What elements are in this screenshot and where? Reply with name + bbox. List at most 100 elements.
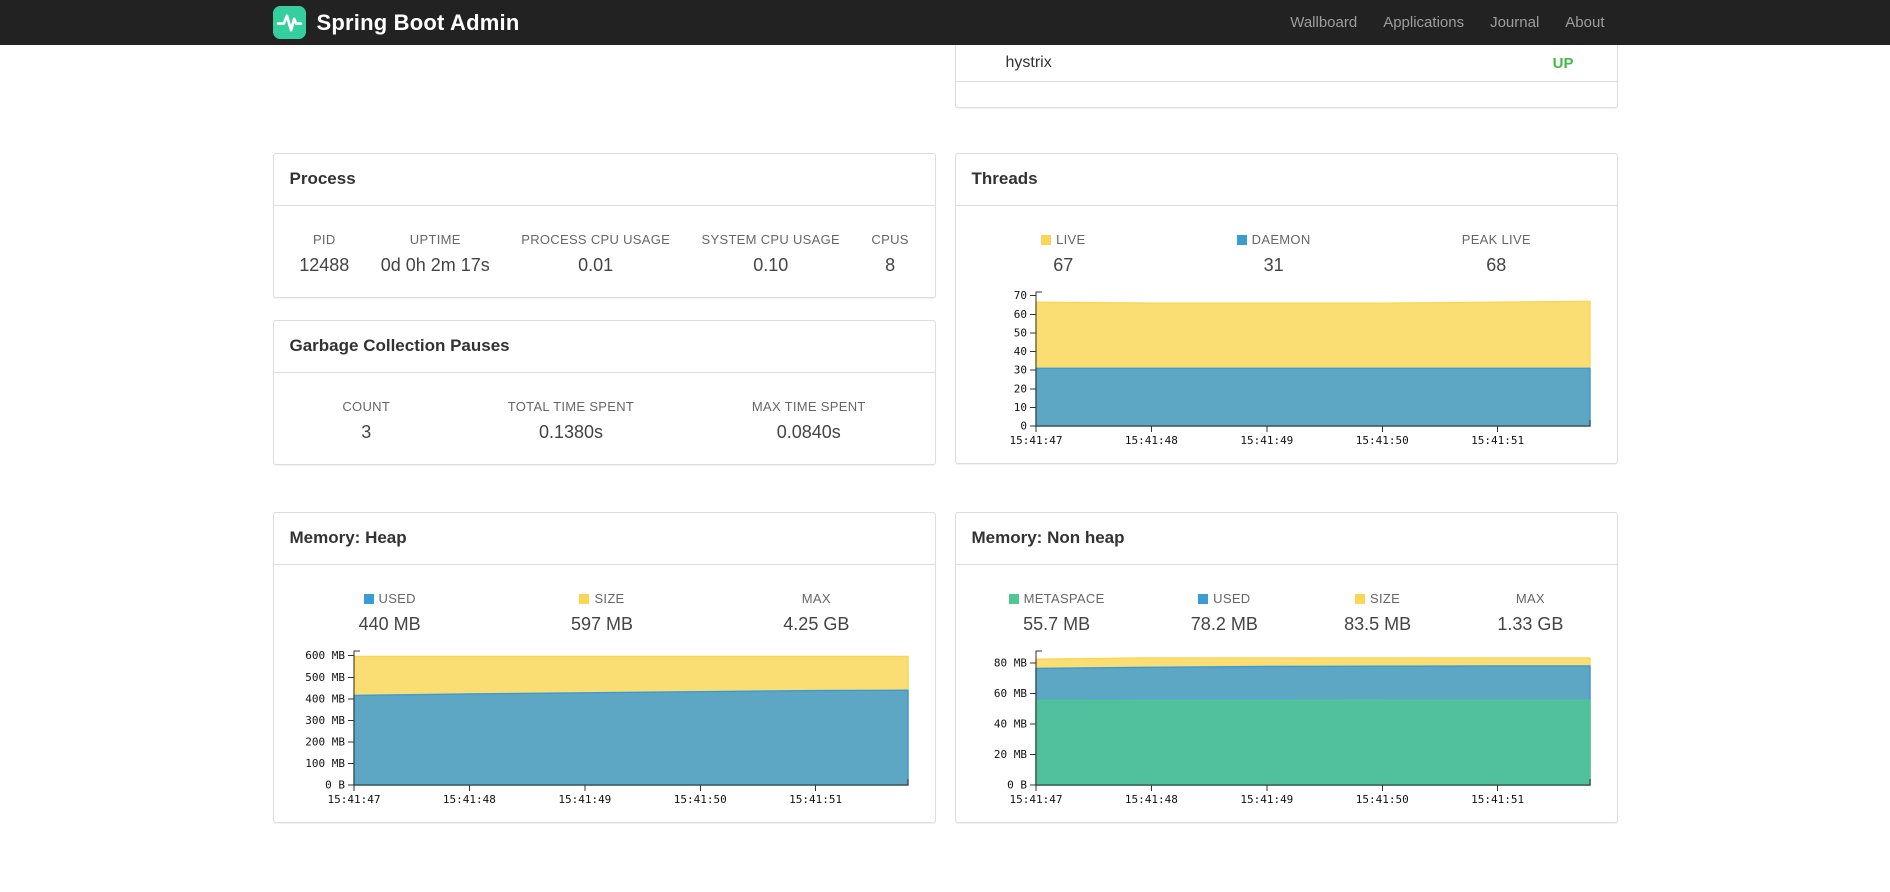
stat-uptime: UPTIME 0d 0h 2m 17s xyxy=(381,232,490,276)
threads-chart: 0 10 20 30 40 50 60 70 15:41:47 15:41:48 15:41:49 1… xyxy=(1010,289,1591,447)
legend-swatch-icon xyxy=(1198,593,1209,604)
legend-swatch-icon xyxy=(363,593,374,604)
x-tick-label: 15:41:47 xyxy=(328,793,381,806)
y-tick-label: 200 MB xyxy=(305,735,345,748)
y-tick-label: 60 MB xyxy=(994,687,1027,700)
y-tick-label: 60 xyxy=(1014,308,1027,321)
stat-label: UPTIME xyxy=(409,232,461,247)
stat-label: MAX xyxy=(1515,591,1545,606)
x-tick-label: 15:41:47 xyxy=(1010,434,1063,447)
memory-heap-chart: 0 B 100 MB 200 MB 300 MB 400 MB 500 MB 600 MB 1… xyxy=(305,649,909,806)
stat-size: SIZE 597 MB xyxy=(571,591,633,635)
stat-label: METASPACE xyxy=(1008,591,1105,606)
x-tick-label: 15:41:48 xyxy=(443,793,496,806)
memory-heap-panel-title: Memory: Heap xyxy=(273,513,935,565)
stat-label: MAX TIME SPENT xyxy=(751,399,866,414)
y-tick-label: 300 MB xyxy=(305,714,345,727)
nav-link-about[interactable]: About xyxy=(1552,14,1617,31)
process-stats: PID 12488 UPTIME 0d 0h 2m 17s PROCESS CPU US… xyxy=(274,206,935,276)
legend-swatch-icon xyxy=(579,593,590,604)
gc-stats: COUNT 3 TOTAL TIME SPENT 0.1380s MAX TIME SP… xyxy=(274,373,935,443)
stat-value: 83.5 MB xyxy=(1344,614,1412,634)
stat-process-cpu-usage: PROCESS CPU USAGE 0.01 xyxy=(521,232,670,276)
stat-label: SIZE xyxy=(571,591,633,606)
stat-label: PEAK LIVE xyxy=(1461,232,1531,247)
legend-swatch-icon xyxy=(1355,593,1366,604)
stat-total-time-spent: TOTAL TIME SPENT 0.1380s xyxy=(508,399,634,443)
process-panel-title: Process xyxy=(273,154,935,206)
x-tick-label: 15:41:50 xyxy=(1356,793,1409,806)
memory-nonheap-chart: 0 B 20 MB 40 MB 60 MB 80 MB 15:41:47 15:41:48 1… xyxy=(994,650,1591,806)
stat-label: PROCESS CPU USAGE xyxy=(521,232,671,247)
x-tick-label: 15:41:48 xyxy=(1125,793,1178,806)
memory-nonheap-panel: Memory: Non heap METASPACE 55.7 MB USED 78.… xyxy=(954,512,1618,823)
y-tick-label: 70 xyxy=(1014,289,1027,302)
top-navbar: Spring Boot Admin Wallboard Applications… xyxy=(0,0,1890,45)
stat-label: MAX xyxy=(801,591,831,606)
x-tick-label: 15:41:48 xyxy=(1125,434,1178,447)
stat-value: 597 MB xyxy=(570,614,634,634)
gc-panel: Garbage Collection Pauses COUNT 3 TOTAL TI… xyxy=(272,320,936,465)
stat-value: 12488 xyxy=(299,255,350,275)
stat-label: SIZE xyxy=(1344,591,1411,606)
y-tick-label: 40 xyxy=(1014,345,1027,358)
stat-max: MAX 4.25 GB xyxy=(783,591,849,635)
memory-heap-stats: USED 440 MB SIZE 597 MB MAX 4.25 GB xyxy=(274,565,935,635)
process-panel: Process PID 12488 UPTIME 0d 0h 2m 17s PROCES… xyxy=(272,153,936,298)
row-memory: Memory: Heap USED 440 MB SIZE 597 MB MAX 4.25… xyxy=(272,512,1618,823)
spring-boot-admin-logo-icon xyxy=(272,6,306,39)
legend-swatch-icon xyxy=(1008,593,1019,604)
stat-peak-live: PEAK LIVE 68 xyxy=(1462,232,1531,276)
brand-title: Spring Boot Admin xyxy=(316,9,520,35)
nav-link-applications[interactable]: Applications xyxy=(1370,14,1477,31)
x-tick-label: 15:41:49 xyxy=(1240,434,1293,447)
legend-swatch-icon xyxy=(1236,234,1247,245)
x-tick-label: 15:41:47 xyxy=(1010,793,1063,806)
memory-nonheap-stats: METASPACE 55.7 MB USED 78.2 MB SIZE 83.5 MB MA… xyxy=(956,565,1617,635)
stat-max-time-spent: MAX TIME SPENT 0.0840s xyxy=(752,399,866,443)
stat-cpus: CPUS 8 xyxy=(871,232,908,276)
health-service-name: hystrix xyxy=(1005,54,1052,71)
stat-label: SYSTEM CPU USAGE xyxy=(701,232,840,247)
health-status-badge: UP xyxy=(1552,54,1574,72)
nav-link-wallboard[interactable]: Wallboard xyxy=(1277,14,1370,31)
threads-panel: Threads LIVE 67 DAEMON 31 PEAK LIVE 68 0 10 20 3… xyxy=(954,153,1618,464)
x-tick-label: 15:41:49 xyxy=(558,793,611,806)
gc-panel-title: Garbage Collection Pauses xyxy=(273,321,935,373)
nav-link-journal[interactable]: Journal xyxy=(1477,14,1552,31)
y-tick-label: 500 MB xyxy=(305,671,345,684)
area-used xyxy=(353,689,909,786)
x-tick-label: 15:41:51 xyxy=(1471,434,1524,447)
y-tick-label: 20 MB xyxy=(994,748,1027,761)
stat-value: 4.25 GB xyxy=(783,614,850,634)
threads-panel-title: Threads xyxy=(955,154,1617,206)
stat-label: USED xyxy=(359,591,421,606)
stat-label: CPUS xyxy=(871,232,909,247)
brand-home-link[interactable]: Spring Boot Admin xyxy=(272,6,520,39)
stat-value: 8 xyxy=(885,255,896,275)
row-process-threads: Process PID 12488 UPTIME 0d 0h 2m 17s PROCES… xyxy=(272,153,1618,465)
stat-label: COUNT xyxy=(342,399,391,414)
x-tick-label: 15:41:51 xyxy=(1471,793,1524,806)
stat-count: COUNT 3 xyxy=(342,399,390,443)
stat-daemon: DAEMON 31 xyxy=(1236,232,1311,276)
stat-max: MAX 1.33 GB xyxy=(1497,591,1563,635)
stat-label: DAEMON xyxy=(1236,232,1311,247)
stat-value: 1.33 GB xyxy=(1497,614,1564,634)
stat-value: 31 xyxy=(1263,255,1284,275)
stat-value: 78.2 MB xyxy=(1190,614,1258,634)
stat-value: 67 xyxy=(1053,255,1074,275)
memory-heap-panel: Memory: Heap USED 440 MB SIZE 597 MB MAX 4.25… xyxy=(272,512,936,823)
stat-size: SIZE 83.5 MB xyxy=(1344,591,1411,635)
stat-label: USED xyxy=(1191,591,1258,606)
memory-nonheap-panel-title: Memory: Non heap xyxy=(955,513,1617,565)
threads-stats: LIVE 67 DAEMON 31 PEAK LIVE 68 xyxy=(956,206,1617,276)
x-tick-label: 15:41:51 xyxy=(789,793,842,806)
stat-value: 440 MB xyxy=(358,614,421,634)
stat-value: 55.7 MB xyxy=(1023,614,1091,634)
y-tick-label: 100 MB xyxy=(305,757,345,770)
legend-swatch-icon xyxy=(1041,234,1052,245)
stat-value: 68 xyxy=(1486,255,1507,275)
stat-system-cpu-usage: SYSTEM CPU USAGE 0.10 xyxy=(702,232,840,276)
nav-links: Wallboard Applications Journal About xyxy=(1277,14,1617,31)
